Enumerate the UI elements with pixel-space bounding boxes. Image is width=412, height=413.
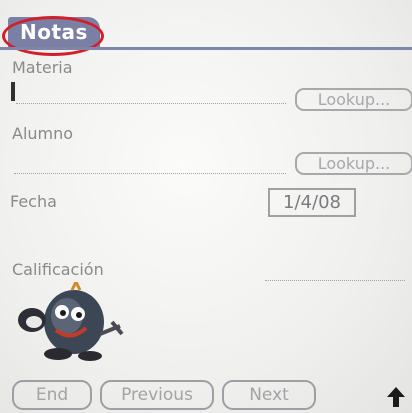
end-button[interactable]: End [12,380,92,410]
materia-label: Materia [12,58,73,77]
title-highlight-circle [2,16,104,56]
text-cursor [11,82,15,101]
alumno-field[interactable] [14,172,286,174]
previous-button[interactable]: Previous [100,380,214,410]
title-rule [0,47,412,50]
up-arrow-icon[interactable] [386,386,406,408]
calificacion-label: Calificación [12,260,104,279]
fecha-date-selector[interactable]: 1/4/08 [268,188,356,217]
alumno-lookup-button[interactable]: Lookup... [295,152,412,175]
alumno-label: Alumno [12,124,74,143]
calificacion-field[interactable] [265,279,405,281]
cartoon-character-icon [18,282,124,361]
palm-screen: Notas Materia Lookup... Alumno Lookup...… [0,0,412,413]
materia-lookup-button[interactable]: Lookup... [295,88,412,111]
fecha-label: Fecha [10,192,57,211]
materia-field[interactable] [16,102,286,104]
next-button[interactable]: Next [222,380,316,410]
